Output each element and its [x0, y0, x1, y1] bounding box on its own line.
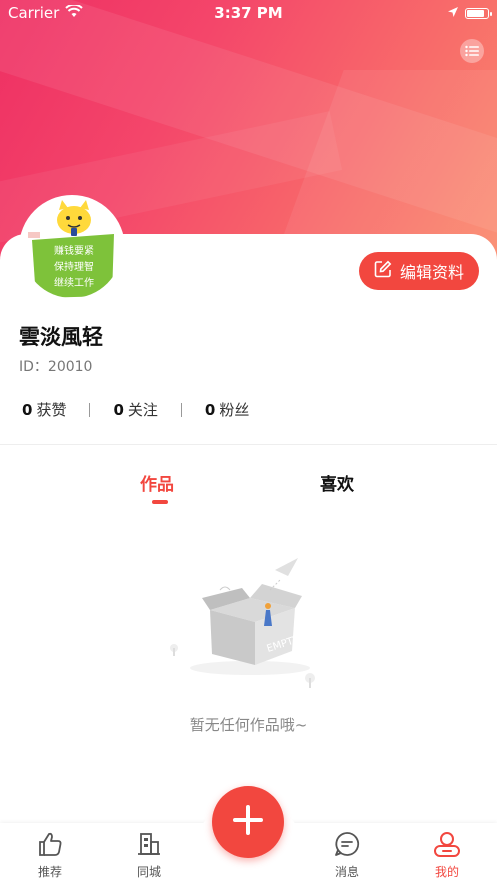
plus-icon: [232, 804, 264, 840]
avatar-text-3: 继续工作: [54, 276, 94, 289]
stat-followers[interactable]: 0 粉丝: [205, 399, 249, 420]
empty-box-illustration: EMPTY: [160, 550, 340, 700]
username: 雲淡風轻: [19, 325, 103, 349]
person-icon: [433, 830, 461, 861]
avatar[interactable]: 赚钱要紧 保持理智 继续工作: [19, 195, 125, 301]
tab-works[interactable]: 作品: [140, 470, 174, 495]
list-icon: [465, 42, 479, 61]
empty-message: 暂无任何作品哦~: [189, 716, 308, 734]
stat-likes-received[interactable]: 0 获赞: [22, 399, 66, 420]
tab-indicator: [152, 500, 168, 504]
edit-profile-label: 编辑资料: [399, 263, 464, 282]
edit-profile-button[interactable]: 编辑资料: [359, 252, 479, 290]
stat-number: 0: [113, 400, 124, 419]
user-id: ID：20010: [19, 359, 93, 375]
status-time: 3:37 PM: [214, 4, 283, 22]
edit-icon: [374, 260, 392, 282]
status-bar: Carrier 3:37 PM: [0, 0, 497, 26]
menu-button[interactable]: [460, 39, 484, 63]
stat-number: 0: [204, 400, 216, 419]
tab-likes[interactable]: 喜欢: [320, 470, 354, 495]
tab-nearby[interactable]: 同城: [119, 830, 179, 880]
stats-row: 0 获赞 0 关注 0 粉丝: [22, 399, 249, 420]
avatar-text-1: 赚钱要紧: [54, 244, 94, 257]
section-divider: [0, 444, 497, 445]
building-icon: [135, 830, 163, 861]
tab-label: 推荐: [37, 865, 62, 879]
tab-messages[interactable]: 消息: [317, 830, 377, 880]
add-post-button[interactable]: [212, 786, 284, 858]
avatar-image: 赚钱要紧 保持理智 继续工作: [22, 198, 122, 298]
avatar-text-2: 保持理智: [54, 260, 94, 273]
chat-bubble-icon: [333, 830, 361, 861]
tab-label: 同城: [136, 865, 161, 879]
stat-following[interactable]: 0 关注: [113, 399, 157, 420]
tab-me[interactable]: 我的: [417, 830, 477, 880]
stat-divider: [89, 402, 91, 417]
profile-screen: Carrier 3:37 PM 赚钱要紧 保持理智 继续工作 编辑资料 雲淡風轻…: [0, 0, 497, 883]
thumbs-up-icon: [36, 830, 64, 861]
battery-icon: [465, 7, 492, 19]
status-right: [447, 4, 492, 22]
stat-divider: [180, 402, 182, 417]
stat-label: 粉丝: [219, 401, 250, 419]
location-arrow-icon: [447, 4, 459, 22]
tab-label: 我的: [434, 865, 459, 879]
stat-label: 获赞: [36, 401, 67, 419]
stat-label: 关注: [127, 401, 158, 419]
stat-number: 0: [22, 400, 33, 419]
tab-recommend[interactable]: 推荐: [20, 830, 80, 880]
tab-label: 消息: [334, 865, 359, 879]
